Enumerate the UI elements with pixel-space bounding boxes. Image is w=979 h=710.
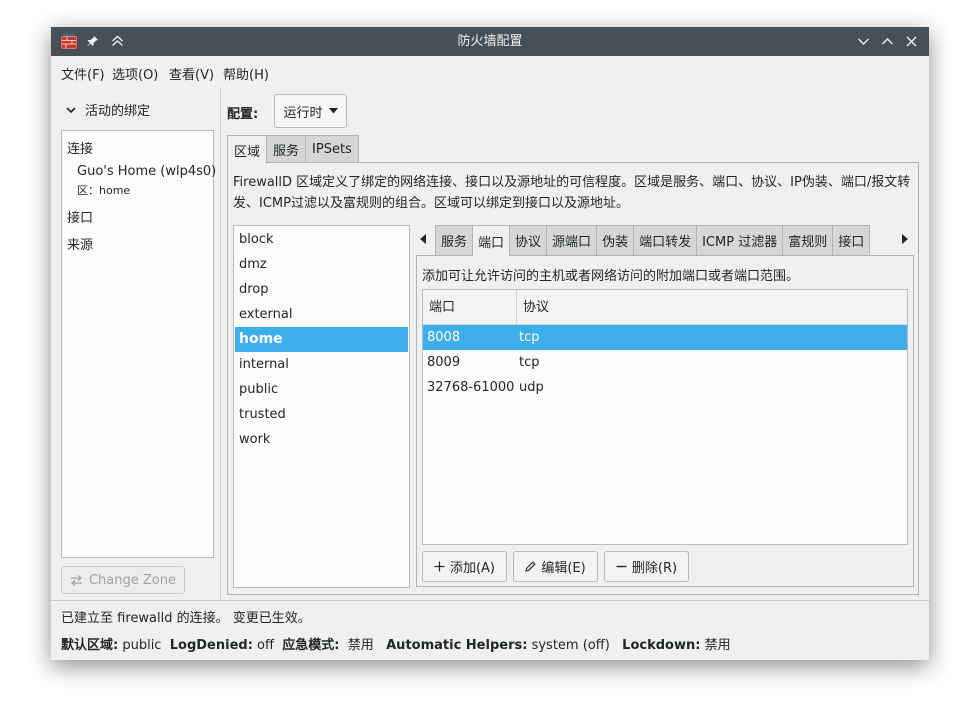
subtab-ports[interactable]: 端口 <box>472 225 511 256</box>
plus-icon <box>434 561 445 572</box>
title-bar[interactable]: 防火墙配置 <box>51 27 929 56</box>
subtab-rich-rules[interactable]: 富规则 <box>782 225 834 255</box>
protocol-cell: udp <box>519 380 544 395</box>
remove-port-label: 删除(R) <box>631 561 678 576</box>
window-title: 防火墙配置 <box>457 34 523 49</box>
subtab-source-ports[interactable]: 源端口 <box>546 225 598 255</box>
chevron-down-icon[interactable] <box>853 31 873 51</box>
zones-tab-panel: FirewallD 区域定义了绑定的网络连接、接口以及源地址的可信程度。区域是服… <box>227 162 919 595</box>
ports-description: 添加可让允许访问的主机或者网络访问的附加端口或者端口范围。 <box>422 269 800 284</box>
chevron-up-icon[interactable] <box>877 31 897 51</box>
subtab-port-forwarding[interactable]: 端口转发 <box>633 225 698 255</box>
subtab-interfaces[interactable]: 接口 <box>832 225 871 255</box>
panic-mode-label: 应急模式: <box>282 638 340 653</box>
close-icon[interactable] <box>901 31 921 51</box>
change-zone-label: Change Zone <box>88 572 176 588</box>
port-cell: 8008 <box>427 330 461 345</box>
column-header-protocol[interactable]: 协议 <box>517 290 907 325</box>
zone-settings-tab-bar: 服务 端口 协议 源端口 伪装 端口转发 ICMP 过滤器 富规则 接口 <box>418 225 912 256</box>
zone-item-dmz[interactable]: dmz <box>235 252 408 277</box>
configuration-label: 配置: <box>227 107 259 122</box>
lockdown-label: Lockdown: <box>622 638 701 653</box>
zone-item-internal[interactable]: internal <box>235 352 408 377</box>
change-zone-button[interactable]: Change Zone <box>61 566 185 594</box>
chevron-down-icon <box>66 106 76 113</box>
main-tab-bar: 区域 服务 IPSets <box>227 135 359 164</box>
pencil-icon <box>525 561 536 572</box>
status-divider <box>51 600 929 601</box>
menu-help[interactable]: 帮助(H) <box>223 64 269 83</box>
connection-item-name[interactable]: Guo's Home (wlp4s0) <box>77 164 216 179</box>
status-info-bar: 默认区域: public LogDenied: off 应急模式: 禁用 Aut… <box>61 634 731 653</box>
firewall-app-icon[interactable] <box>60 33 78 50</box>
active-bindings-header[interactable]: 活动的绑定 <box>65 100 150 119</box>
panic-mode-value[interactable]: 禁用 <box>348 638 374 653</box>
zone-item-work[interactable]: work <box>235 427 408 452</box>
sources-heading: 来源 <box>67 238 94 253</box>
dropdown-arrow-icon <box>328 108 338 114</box>
status-message: 已建立至 firewalld 的连接。 变更已生效。 <box>61 611 311 626</box>
automatic-helpers-label: Automatic Helpers: <box>386 638 528 653</box>
pin-icon[interactable] <box>83 31 103 51</box>
table-row[interactable]: 32768-61000 udp <box>423 375 907 400</box>
subtab-services[interactable]: 服务 <box>435 225 474 255</box>
port-cell: 32768-61000 <box>427 380 515 395</box>
ports-tab-panel: 添加可让允许访问的主机或者网络访问的附加端口或者端口范围。 端口 协议 8008… <box>416 255 914 587</box>
zone-description: FirewallD 区域定义了绑定的网络连接、接口以及源地址的可信程度。区域是服… <box>233 175 911 211</box>
zone-item-public[interactable]: public <box>235 377 408 402</box>
zone-list[interactable]: block dmz drop external home internal pu… <box>233 225 410 588</box>
add-port-button[interactable]: 添加(A) <box>422 551 507 582</box>
zone-item-trusted[interactable]: trusted <box>235 402 408 427</box>
minus-icon <box>616 565 627 568</box>
edit-port-label: 编辑(E) <box>541 561 586 576</box>
zone-item-block[interactable]: block <box>235 227 408 252</box>
configuration-value: 运行时 <box>283 105 323 121</box>
scroll-tabs-left-icon[interactable] <box>418 231 428 247</box>
scroll-tabs-right-icon[interactable] <box>900 231 910 247</box>
tab-ipsets[interactable]: IPSets <box>305 135 359 163</box>
log-denied-value[interactable]: off <box>257 638 274 653</box>
automatic-helpers-value[interactable]: system (off) <box>532 638 610 653</box>
swap-arrows-icon <box>70 574 82 586</box>
tab-zones[interactable]: 区域 <box>227 135 268 164</box>
remove-port-button[interactable]: 删除(R) <box>604 551 689 582</box>
zone-item-drop[interactable]: drop <box>235 277 408 302</box>
subtab-masquerading[interactable]: 伪装 <box>596 225 635 255</box>
menu-view[interactable]: 查看(V) <box>169 64 214 83</box>
active-bindings-panel: 连接 Guo's Home (wlp4s0) 区：home 接口 来源 <box>61 130 216 558</box>
ports-table[interactable]: 端口 协议 8008 tcp 8009 tcp 32768-61000 udp <box>422 289 908 545</box>
menu-bar: 文件(F) 选项(O) 查看(V) 帮助(H) <box>51 57 929 87</box>
column-header-port[interactable]: 端口 <box>423 290 517 325</box>
tab-services[interactable]: 服务 <box>266 135 307 163</box>
active-bindings-title: 活动的绑定 <box>85 104 151 119</box>
subtab-protocols[interactable]: 协议 <box>509 225 548 255</box>
connection-item-zone[interactable]: 区：home <box>77 182 130 198</box>
edit-port-button[interactable]: 编辑(E) <box>513 551 598 582</box>
default-zone-value[interactable]: public <box>122 638 161 653</box>
protocol-cell: tcp <box>519 330 540 345</box>
log-denied-label: LogDenied: <box>169 638 253 653</box>
protocol-cell: tcp <box>519 355 540 370</box>
splitter-handle[interactable] <box>220 87 221 600</box>
table-row[interactable]: 8009 tcp <box>423 350 907 375</box>
add-port-label: 添加(A) <box>449 561 496 576</box>
default-zone-label: 默认区域: <box>61 638 119 653</box>
connections-heading: 连接 <box>67 142 94 157</box>
port-cell: 8009 <box>427 355 461 370</box>
zone-item-external[interactable]: external <box>235 302 408 327</box>
menu-file[interactable]: 文件(F) <box>61 64 105 83</box>
firewall-config-window: 防火墙配置 文件(F) 选项(O) 查看(V) 帮助(H) 活动的绑定 连接 G… <box>51 27 929 660</box>
subtab-icmp-filter[interactable]: ICMP 过滤器 <box>696 225 784 255</box>
table-row[interactable]: 8008 tcp <box>423 325 907 350</box>
lockdown-value[interactable]: 禁用 <box>705 638 731 653</box>
double-chevron-up-icon[interactable] <box>107 31 127 51</box>
configuration-select[interactable]: 运行时 <box>274 94 347 128</box>
menu-options[interactable]: 选项(O) <box>112 64 158 83</box>
interfaces-heading: 接口 <box>67 211 94 226</box>
ports-table-header: 端口 协议 <box>423 290 907 325</box>
zone-item-home[interactable]: home <box>235 327 408 352</box>
